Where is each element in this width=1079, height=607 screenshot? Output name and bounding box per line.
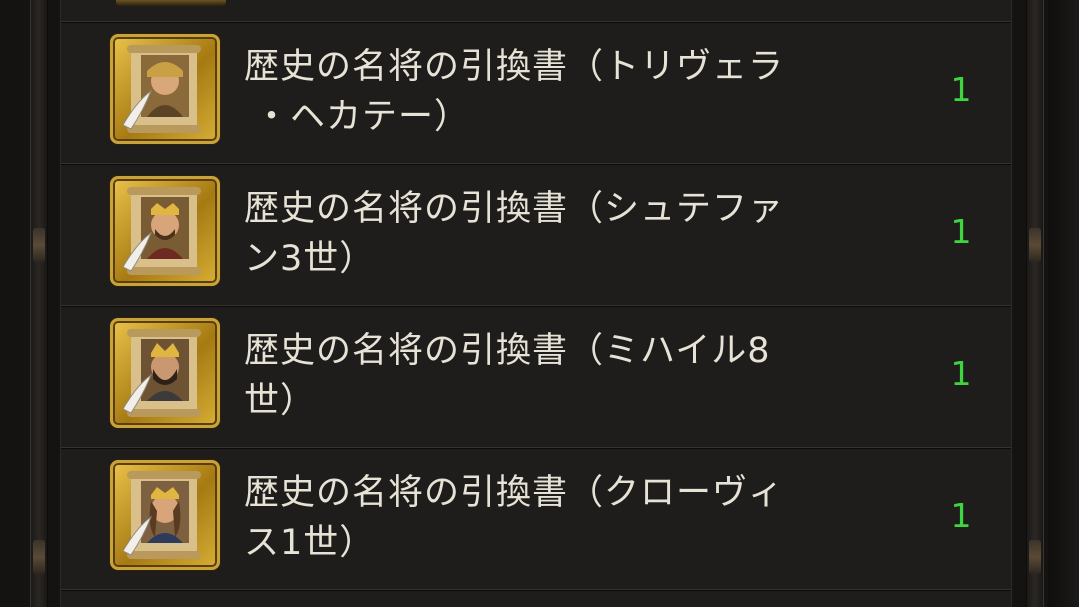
hero-scroll-icon	[110, 176, 220, 286]
item-name: 歴史の名将の引換書（クローヴィ ス1世）	[244, 468, 854, 568]
item-name-line2: 世）	[244, 381, 317, 421]
item-name: 歴史の名将の引換書（トリヴェラ ・ヘカテー）	[244, 42, 854, 142]
previous-item-icon-edge	[116, 0, 226, 6]
item-name-line1: 歴史の名将の引換書（トリヴェラ	[244, 47, 785, 87]
hero-portrait-icon	[122, 187, 201, 275]
frame-stud	[33, 228, 45, 262]
item-name: 歴史の名将の引換書（ミハイル8 世）	[244, 326, 854, 426]
hero-portrait-icon	[122, 45, 201, 133]
list-item-next-partial	[61, 589, 1011, 607]
hero-scroll-icon	[110, 34, 220, 144]
list-item[interactable]: 歴史の名将の引換書（ミハイル8 世） 1	[61, 305, 1011, 447]
frame-outer-edge	[1048, 0, 1079, 607]
item-quantity: 1	[950, 496, 972, 535]
hero-portrait-icon	[122, 471, 201, 559]
hero-portrait-icon	[122, 329, 201, 417]
item-quantity: 1	[950, 70, 972, 109]
frame-rail-right	[1026, 0, 1044, 607]
item-quantity: 1	[950, 354, 972, 393]
item-name-line1: 歴史の名将の引換書（ミハイル8	[244, 331, 771, 371]
item-quantity: 1	[950, 212, 972, 251]
item-name-line2: ス1世）	[244, 523, 376, 563]
hero-scroll-icon	[110, 318, 220, 428]
item-name: 歴史の名将の引換書（シュテファ ン3世）	[244, 184, 854, 284]
item-name-line2: ン3世）	[244, 239, 376, 279]
item-name-line1: 歴史の名将の引換書（シュテファ	[244, 189, 785, 229]
list-item[interactable]: 歴史の名将の引換書（シュテファ ン3世） 1	[61, 163, 1011, 305]
hero-scroll-icon	[110, 460, 220, 570]
frame-rail-left	[30, 0, 48, 607]
item-list-panel[interactable]: 歴史の名将の引換書（トリヴェラ ・ヘカテー） 1 歴史の名将の引換書（シュテファ…	[60, 0, 1012, 607]
item-name-line2: ・ヘカテー）	[254, 97, 471, 137]
list-item[interactable]: 歴史の名将の引換書（トリヴェラ ・ヘカテー） 1	[61, 21, 1011, 163]
frame-stud	[33, 540, 45, 574]
frame-stud	[1029, 540, 1041, 574]
item-name-line1: 歴史の名将の引換書（クローヴィ	[244, 473, 785, 513]
frame-stud	[1029, 228, 1041, 262]
list-item[interactable]: 歴史の名将の引換書（クローヴィ ス1世） 1	[61, 447, 1011, 589]
